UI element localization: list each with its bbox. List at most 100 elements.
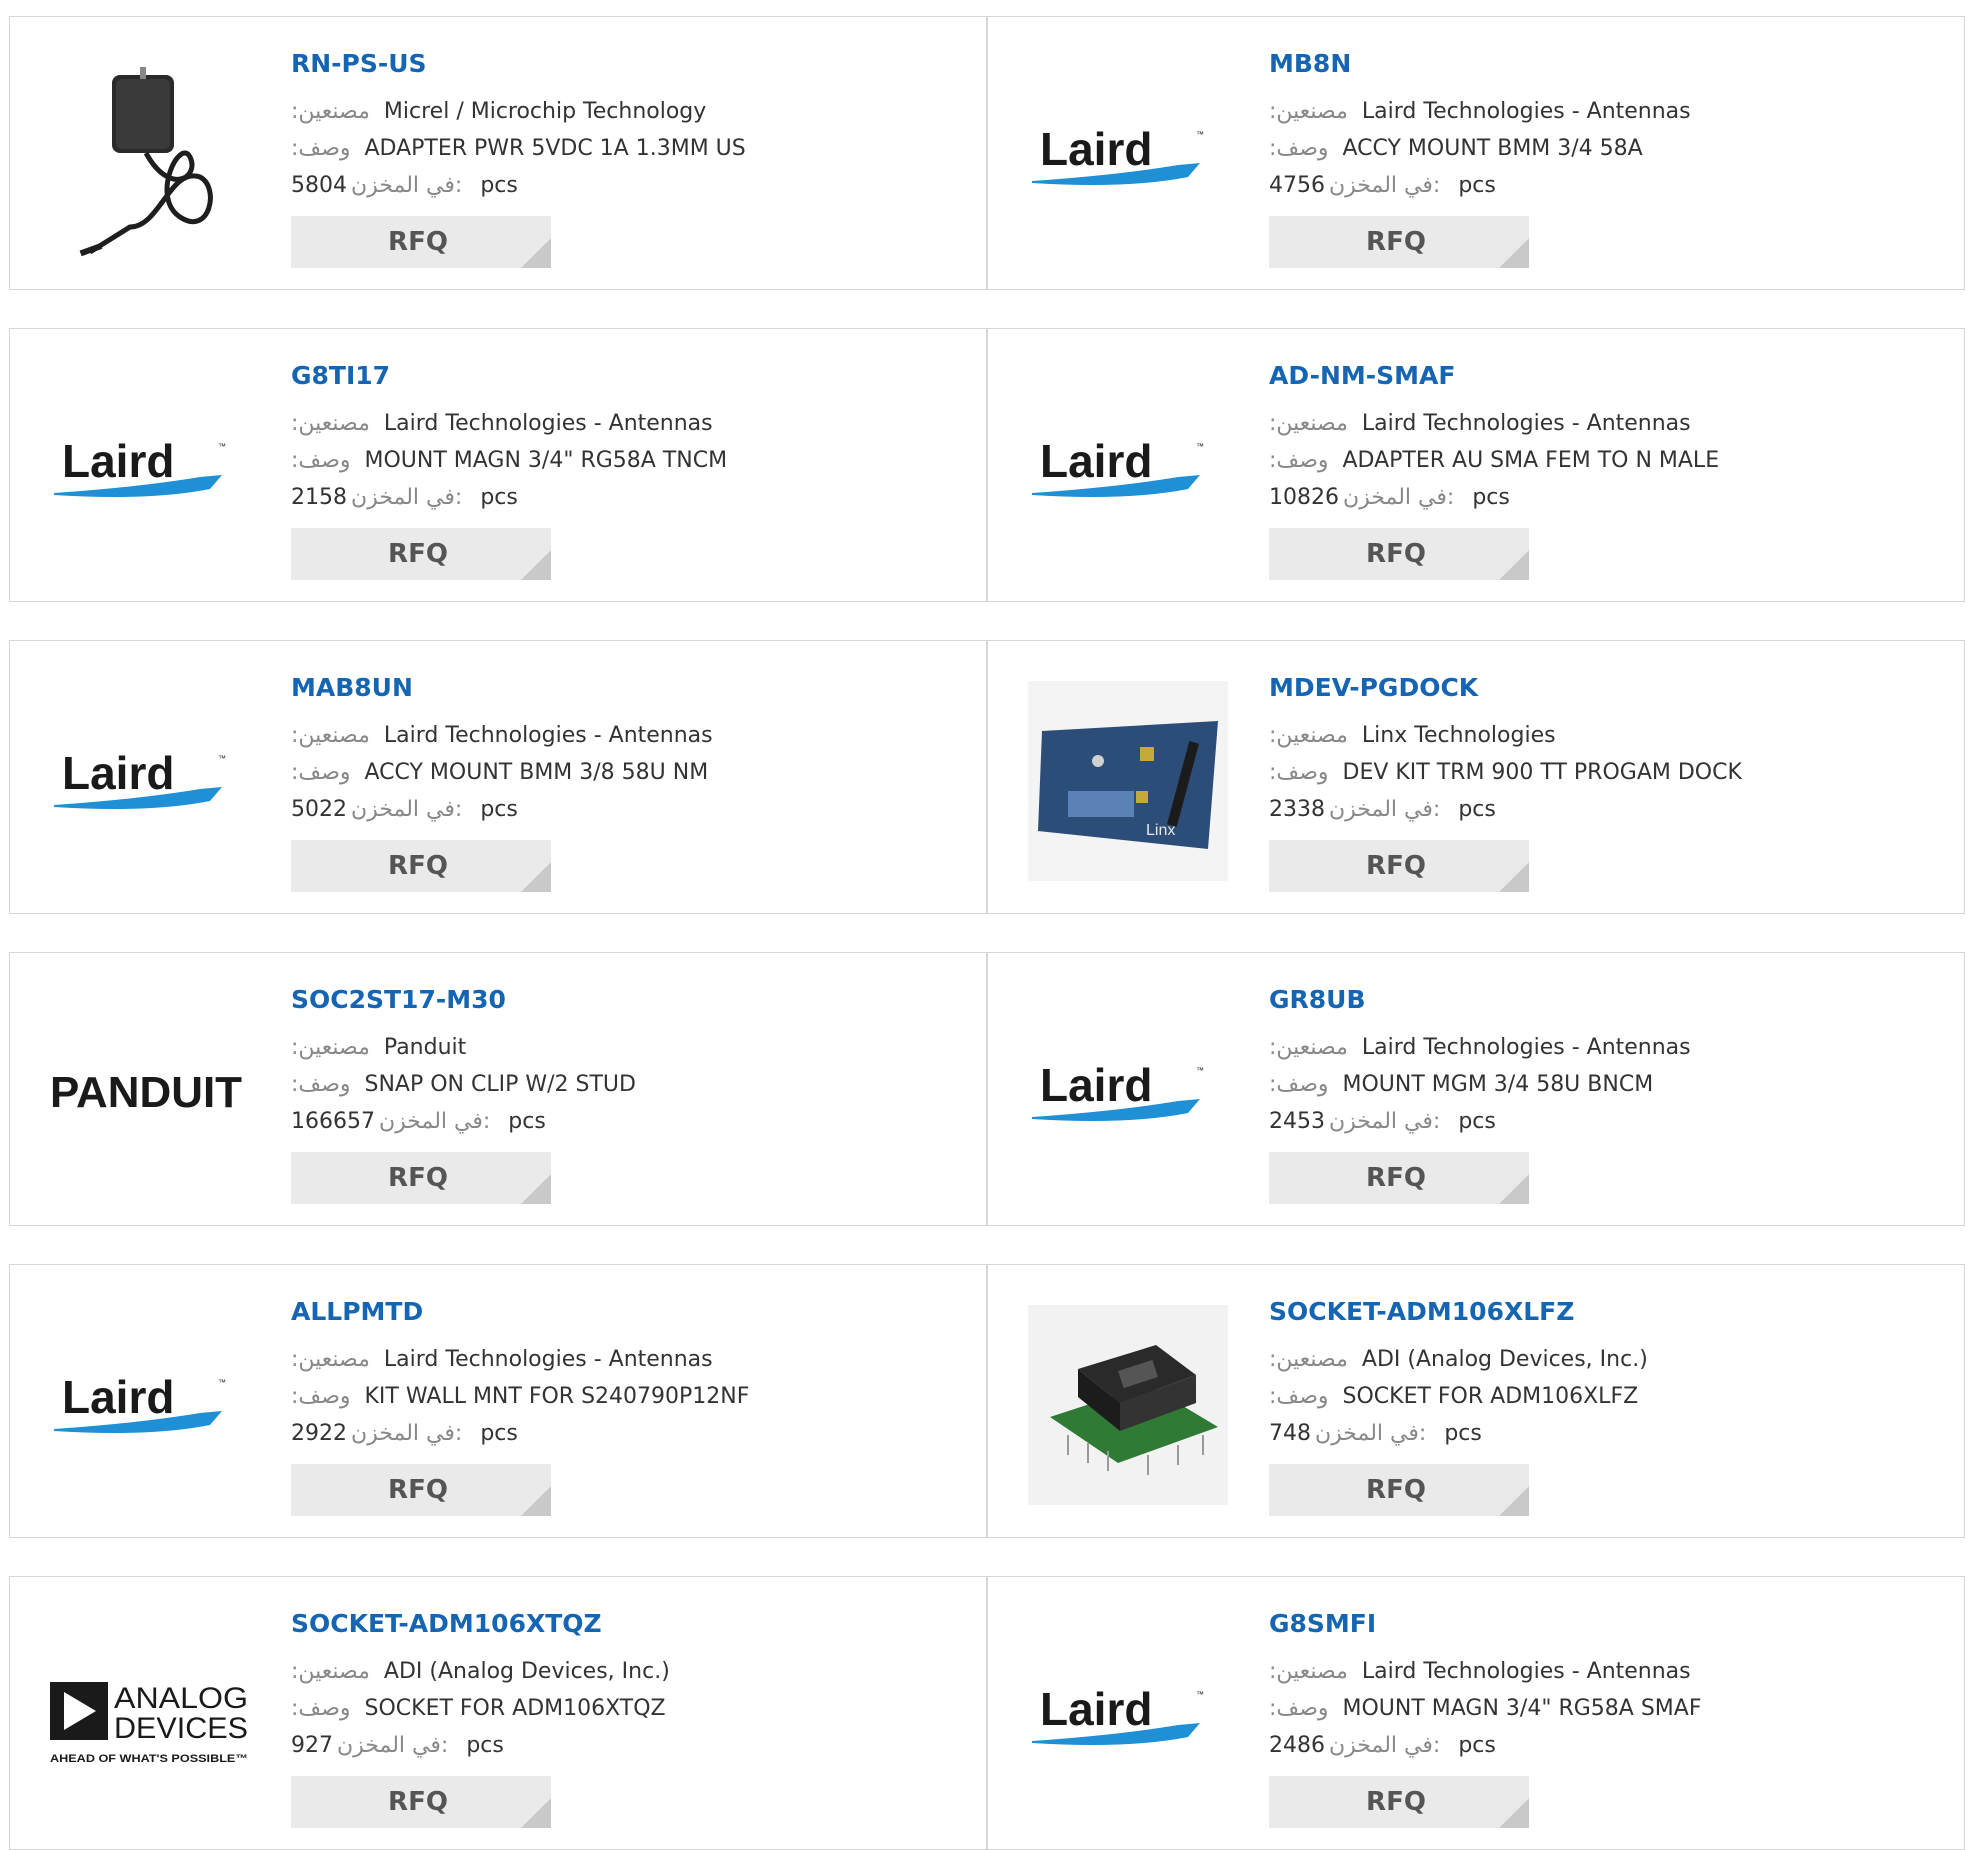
stock-row: 5804 في المخزن: pcs [291,173,518,198]
rfq-button[interactable]: RFQ [1269,1464,1529,1516]
rfq-button[interactable]: RFQ [1269,216,1529,268]
product-image[interactable] [1028,1305,1228,1505]
svg-text:™: ™ [218,442,226,451]
part-number-link[interactable]: SOCKET-ADM106XTQZ [291,1609,602,1638]
part-number-link[interactable]: MB8N [1269,49,1351,78]
product-image[interactable]: Laird ™ [1028,369,1228,569]
rfq-button[interactable]: RFQ [291,1152,551,1204]
product-image[interactable]: Laird ™ [50,369,250,569]
description-label: :وصف [1269,1072,1329,1097]
rfq-corner-decoration [521,1174,551,1204]
product-image[interactable]: Laird ™ [50,1305,250,1505]
description-label: :وصف [291,1696,351,1721]
svg-text:™: ™ [1196,130,1204,139]
part-number-link[interactable]: SOC2ST17-M30 [291,985,506,1014]
stock-label: في المخزن: [1315,1421,1427,1446]
manufacturer-value: Laird Technologies - Antennas [1361,1659,1691,1684]
product-image[interactable]: Laird ™ [1028,57,1228,257]
description-value: KIT WALL MNT FOR S240790P12NF [364,1384,750,1409]
manufacturer-value: ADI (Analog Devices, Inc.) [1361,1347,1648,1372]
part-number-link[interactable]: MDEV-PGDOCK [1269,673,1478,702]
product-card: Laird ™ AD-NM-SMAF :مصنعين Laird Technolo… [987,328,1965,602]
manufacturer-value: ADI (Analog Devices, Inc.) [383,1659,670,1684]
stock-unit: pcs [480,173,518,198]
manufacturer-label: :مصنعين [1269,723,1348,748]
description-value: MOUNT MAGN 3/4" RG58A TNCM [364,448,728,473]
description-label: :وصف [291,1384,351,1409]
part-number-link[interactable]: RN-PS-US [291,49,427,78]
description-label: :وصف [1269,1384,1329,1409]
svg-text:™: ™ [1196,442,1204,451]
rfq-button[interactable]: RFQ [1269,1152,1529,1204]
description-value: MOUNT MGM 3/4 58U BNCM [1342,1072,1654,1097]
description-row: :وصف MOUNT MAGN 3/4" RG58A TNCM [291,448,727,473]
product-card: Laird ™ G8TI17 :مصنعين Laird Technologies… [9,328,987,602]
part-number-link[interactable]: MAB8UN [291,673,413,702]
analog-devices-logo-icon: ANALOGDEVICES AHEAD OF WHAT'S POSSIBLE™ [50,1682,248,1765]
product-image[interactable]: ANALOG DEVICES AHEAD OF WHAT'S POSSIBLE™ [50,1617,250,1817]
part-number-link[interactable]: G8SMFI [1269,1609,1376,1638]
rfq-button[interactable]: RFQ [1269,840,1529,892]
stock-row: 2922 في المخزن: pcs [291,1421,518,1446]
rfq-button[interactable]: RFQ [291,216,551,268]
manufacturer-value: Laird Technologies - Antennas [1361,99,1691,124]
product-grid: RN-PS-US :مصنعين Micrel / Microchip Tech… [0,0,1969,1850]
manufacturer-label: :مصنعين [291,99,370,124]
power-adapter-icon [79,67,213,257]
rfq-button[interactable]: RFQ [291,1464,551,1516]
stock-quantity: 927 [291,1733,333,1758]
manufacturer-label: :مصنعين [291,1035,370,1060]
part-number-link[interactable]: AD-NM-SMAF [1269,361,1455,390]
description-row: :وصف ADAPTER AU SMA FEM TO N MALE [1269,448,1719,473]
stock-label: في المخزن: [1329,1733,1441,1758]
stock-label: في المخزن: [351,173,463,198]
laird-logo-icon: Laird ™ [1032,123,1204,185]
rfq-button[interactable]: RFQ [291,1776,551,1828]
rfq-button-label: RFQ [1366,851,1426,881]
svg-text:AHEAD OF WHAT'S POSSIBLE™: AHEAD OF WHAT'S POSSIBLE™ [50,1753,248,1765]
stock-row: 2158 في المخزن: pcs [291,485,518,510]
description-value: ACCY MOUNT BMM 3/4 58A [1342,136,1643,161]
description-value: ADAPTER AU SMA FEM TO N MALE [1342,448,1720,473]
product-card: Laird ™ G8SMFI :مصنعين Laird Technologies… [987,1576,1965,1850]
stock-quantity: 5022 [291,797,347,822]
manufacturer-row: :مصنعين Laird Technologies - Antennas [1269,1035,1691,1060]
part-number-link[interactable]: GR8UB [1269,985,1366,1014]
product-image[interactable]: Laird ™ [1028,1617,1228,1817]
stock-row: 2453 في المخزن: pcs [1269,1109,1496,1134]
description-row: :وصف ACCY MOUNT BMM 3/4 58A [1269,136,1643,161]
manufacturer-row: :مصنعين Laird Technologies - Antennas [291,411,713,436]
rfq-button[interactable]: RFQ [291,840,551,892]
part-number-link[interactable]: G8TI17 [291,361,390,390]
stock-unit: pcs [466,1733,504,1758]
manufacturer-value: Laird Technologies - Antennas [383,411,713,436]
rfq-button[interactable]: RFQ [291,528,551,580]
svg-text:Laird: Laird [1040,123,1152,175]
rfq-button-label: RFQ [388,851,448,881]
rfq-corner-decoration [521,862,551,892]
manufacturer-value: Panduit [383,1035,467,1060]
product-image[interactable]: Linx [1028,681,1228,881]
product-image[interactable]: PANDUIT [50,993,250,1193]
manufacturer-label: :مصنعين [291,723,370,748]
part-number-link[interactable]: ALLPMTD [291,1297,423,1326]
panduit-logo-icon: PANDUIT [50,1068,242,1117]
description-row: :وصف ACCY MOUNT BMM 3/8 58U NM [291,760,708,785]
product-image[interactable]: Laird ™ [50,681,250,881]
manufacturer-label: :مصنعين [291,411,370,436]
stock-quantity: 2158 [291,485,347,510]
part-number-link[interactable]: SOCKET-ADM106XLFZ [1269,1297,1574,1326]
product-image[interactable]: Laird ™ [1028,993,1228,1193]
rfq-button-label: RFQ [1366,1787,1426,1817]
rfq-button[interactable]: RFQ [1269,528,1529,580]
stock-unit: pcs [1444,1421,1482,1446]
svg-text:Laird: Laird [62,747,174,799]
stock-quantity: 748 [1269,1421,1311,1446]
svg-text:Laird: Laird [1040,1683,1152,1735]
description-label: :وصف [1269,1696,1329,1721]
svg-text:Linx: Linx [1146,822,1175,839]
manufacturer-label: :مصنعين [1269,1659,1348,1684]
product-image[interactable] [50,57,250,257]
rfq-button[interactable]: RFQ [1269,1776,1529,1828]
stock-row: 4756 في المخزن: pcs [1269,173,1496,198]
